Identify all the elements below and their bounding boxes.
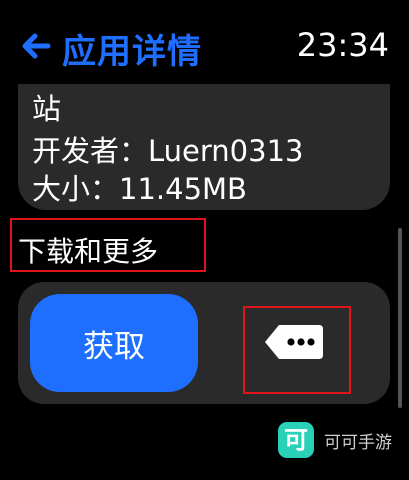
watermark-text: 可可手游 [324, 433, 392, 453]
clock: 23:34 [296, 26, 389, 64]
info-line: 站 [32, 92, 62, 126]
scrollbar[interactable] [398, 228, 402, 408]
page-title: 应用详情 [62, 32, 202, 72]
watermark: 可 可可手游 [278, 420, 398, 460]
back-arrow-icon[interactable] [18, 28, 54, 64]
header: 应用详情 23:34 [0, 0, 409, 86]
more-button-highlight[interactable] [243, 306, 351, 394]
watermark-logo-icon: 可 [278, 422, 314, 458]
more-tag-icon[interactable] [263, 322, 325, 362]
app-info-card: 站 开发者：Luern0313 大小：11.45MB [18, 84, 390, 210]
size-info: 大小：11.45MB [32, 172, 247, 206]
developer-info: 开发者：Luern0313 [32, 134, 304, 168]
action-card: 获取 [18, 282, 390, 404]
section-label-highlight: 下载和更多 [10, 218, 206, 272]
get-button[interactable]: 获取 [30, 294, 198, 392]
section-label: 下载和更多 [18, 235, 159, 268]
